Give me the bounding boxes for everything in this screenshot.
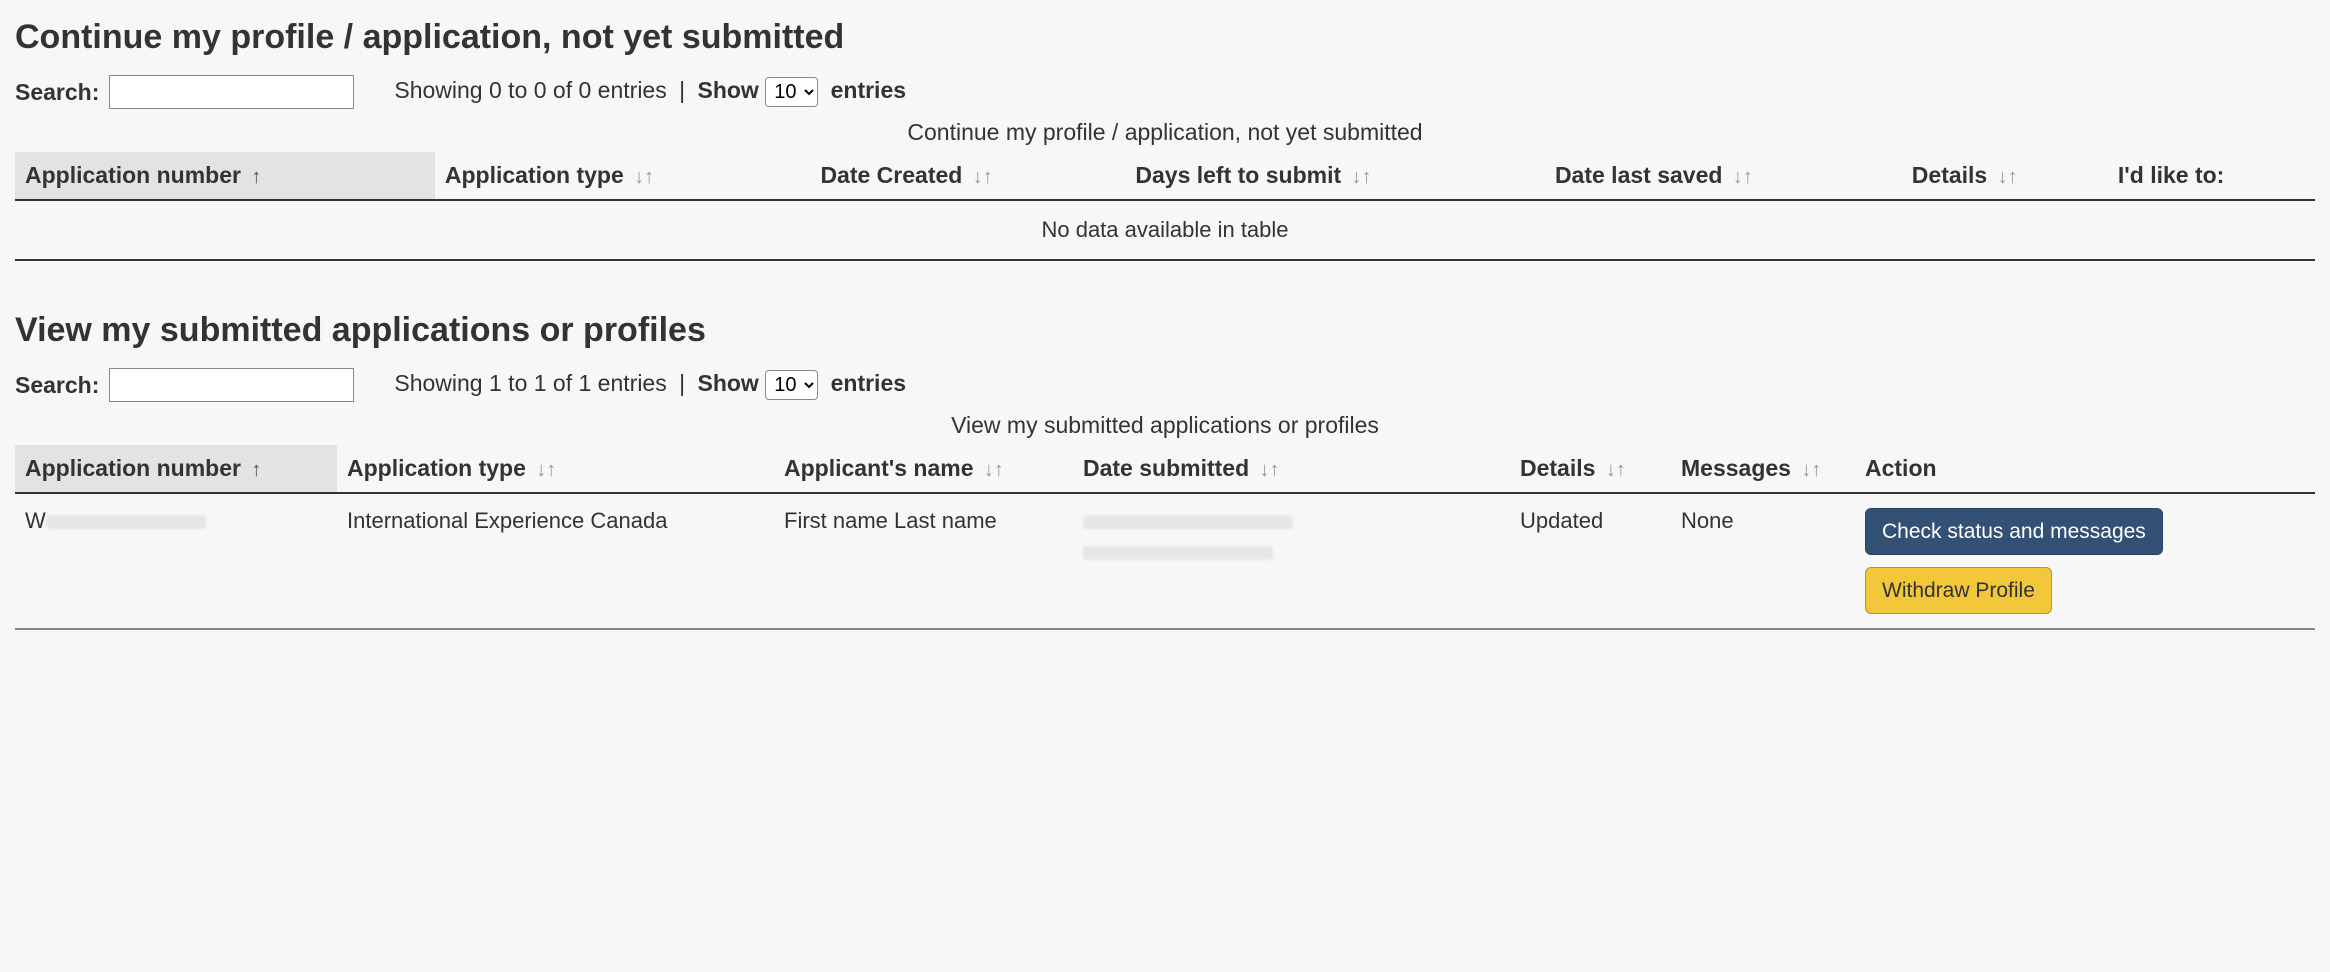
col-details-1[interactable]: Details ↓↑ [1902, 152, 2108, 200]
show-label-1: Show [697, 77, 758, 103]
cell-messages: None [1671, 493, 1855, 629]
section-title-continue: Continue my profile / application, not y… [15, 18, 2315, 57]
cell-action: Check status and messages Withdraw Profi… [1855, 493, 2315, 629]
table-row: W International Experience Canada First … [15, 493, 2315, 629]
col-action-2: Action [1855, 445, 2315, 493]
col-date-saved-label-1: Date last saved [1555, 162, 1722, 188]
cell-date-submitted [1073, 493, 1510, 629]
section-submitted: View my submitted applications or profil… [15, 311, 2315, 630]
col-app-type-label-1: Application type [445, 162, 624, 188]
col-like-to-1: I'd like to: [2108, 152, 2315, 200]
col-days-left-label-1: Days left to submit [1135, 162, 1341, 188]
check-status-button[interactable]: Check status and messages [1865, 508, 2163, 555]
showing-text-2: Showing 1 to 1 of 1 entries | Show 10 en… [394, 370, 906, 400]
col-messages-2[interactable]: Messages ↓↑ [1671, 445, 1855, 493]
col-app-number-2[interactable]: Application number ↑ [15, 445, 337, 493]
empty-cell: No data available in table [15, 200, 2315, 260]
cell-app-type: International Experience Canada [337, 493, 774, 629]
empty-row: No data available in table [15, 200, 2315, 260]
sort-both-icon: ↓↑ [1998, 166, 2018, 189]
divider-1: | [679, 77, 685, 103]
col-app-type-1[interactable]: Application type ↓↑ [435, 152, 811, 200]
col-date-created-label-1: Date Created [820, 162, 962, 188]
col-like-to-label-1: I'd like to: [2118, 162, 2224, 188]
section-continue-profile: Continue my profile / application, not y… [15, 18, 2315, 261]
table-continue: Application number ↑ Application type ↓↑… [15, 152, 2315, 261]
col-date-saved-1[interactable]: Date last saved ↓↑ [1545, 152, 1902, 200]
col-app-number-label-2: Application number [25, 455, 241, 481]
search-label-2: Search: [15, 372, 99, 399]
entries-select-2[interactable]: 10 [765, 370, 818, 400]
sort-both-icon: ↓↑ [973, 166, 993, 189]
redacted-date-2 [1083, 546, 1273, 560]
controls-row-2: Search: Showing 1 to 1 of 1 entries | Sh… [15, 368, 2315, 402]
sort-both-icon: ↓↑ [1801, 459, 1821, 482]
col-action-label-2: Action [1865, 455, 1937, 481]
sort-both-icon: ↓↑ [1352, 166, 1372, 189]
entries-suffix-1: entries [831, 77, 906, 103]
table-submitted: Application number ↑ Application type ↓↑… [15, 445, 2315, 630]
entries-select-1[interactable]: 10 [765, 77, 818, 107]
sort-both-icon: ↓↑ [536, 459, 556, 482]
search-group-2: Search: [15, 368, 354, 402]
col-details-label-1: Details [1912, 162, 1987, 188]
showing-count-2: Showing 1 to 1 of 1 entries [394, 370, 666, 396]
divider-2: | [679, 370, 685, 396]
col-app-number-label-1: Application number [25, 162, 241, 188]
col-app-number-1[interactable]: Application number ↑ [15, 152, 435, 200]
col-details-2[interactable]: Details ↓↑ [1510, 445, 1671, 493]
search-group-1: Search: [15, 75, 354, 109]
app-number-prefix: W [25, 508, 46, 533]
redacted-app-number [46, 515, 206, 529]
sort-both-icon: ↓↑ [1606, 459, 1626, 482]
col-date-created-1[interactable]: Date Created ↓↑ [810, 152, 1125, 200]
showing-count-1: Showing 0 to 0 of 0 entries [394, 77, 666, 103]
col-applicant-name-label-2: Applicant's name [784, 455, 974, 481]
sort-both-icon: ↓↑ [634, 166, 654, 189]
withdraw-profile-button[interactable]: Withdraw Profile [1865, 567, 2052, 614]
search-input-1[interactable] [109, 75, 354, 109]
cell-details: Updated [1510, 493, 1671, 629]
sort-both-icon: ↓↑ [1733, 166, 1753, 189]
redacted-date-1 [1083, 515, 1293, 529]
controls-row-1: Search: Showing 0 to 0 of 0 entries | Sh… [15, 75, 2315, 109]
cell-applicant-name: First name Last name [774, 493, 1073, 629]
sort-asc-icon: ↑ [251, 459, 261, 482]
showing-text-1: Showing 0 to 0 of 0 entries | Show 10 en… [394, 77, 906, 107]
col-app-type-label-2: Application type [347, 455, 526, 481]
search-input-2[interactable] [109, 368, 354, 402]
col-messages-label-2: Messages [1681, 455, 1791, 481]
col-details-label-2: Details [1520, 455, 1595, 481]
cell-app-number: W [15, 493, 337, 629]
col-app-type-2[interactable]: Application type ↓↑ [337, 445, 774, 493]
sort-asc-icon: ↑ [251, 166, 261, 189]
entries-suffix-2: entries [831, 370, 906, 396]
show-label-2: Show [697, 370, 758, 396]
sort-both-icon: ↓↑ [1260, 459, 1280, 482]
col-days-left-1[interactable]: Days left to submit ↓↑ [1125, 152, 1545, 200]
sort-both-icon: ↓↑ [984, 459, 1004, 482]
table-caption-2: View my submitted applications or profil… [15, 412, 2315, 439]
col-date-submitted-label-2: Date submitted [1083, 455, 1249, 481]
col-applicant-name-2[interactable]: Applicant's name ↓↑ [774, 445, 1073, 493]
search-label-1: Search: [15, 79, 99, 106]
col-date-submitted-2[interactable]: Date submitted ↓↑ [1073, 445, 1510, 493]
table-caption-1: Continue my profile / application, not y… [15, 119, 2315, 146]
section-title-submitted: View my submitted applications or profil… [15, 311, 2315, 350]
